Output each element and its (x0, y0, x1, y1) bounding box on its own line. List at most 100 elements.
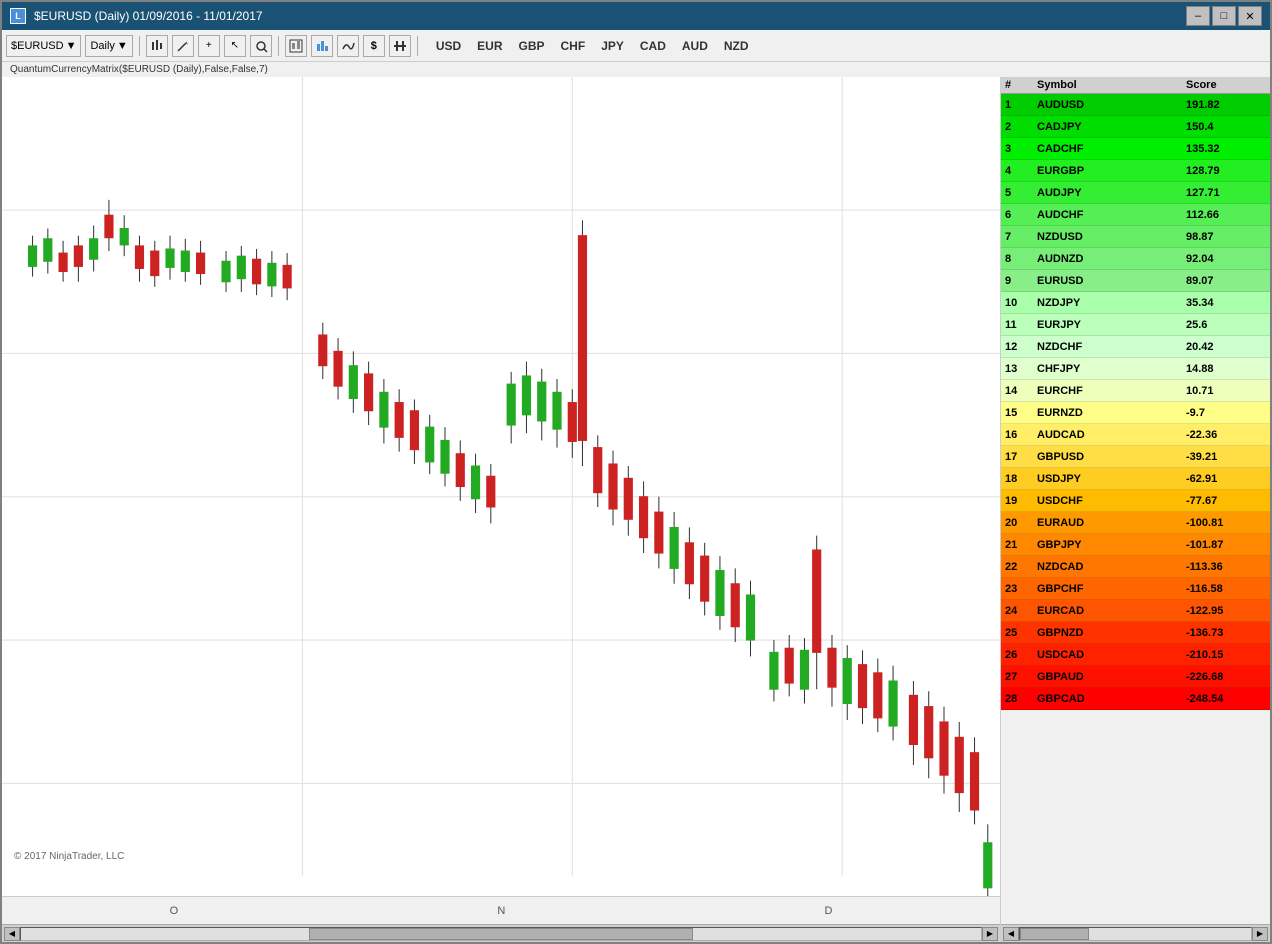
row-score: 128.79 (1186, 165, 1266, 177)
indicator-btn[interactable] (337, 35, 359, 57)
score-row: 12 NZDCHF 20.42 (1001, 336, 1270, 358)
row-symbol: CADJPY (1037, 121, 1186, 133)
row-score: 135.32 (1186, 143, 1266, 155)
row-rank: 18 (1005, 473, 1037, 485)
row-score: 89.07 (1186, 275, 1266, 287)
row-rank: 14 (1005, 385, 1037, 397)
tab-gbp[interactable]: GBP (515, 37, 549, 55)
timeframe-dropdown-icon: ▼ (117, 40, 128, 52)
currency-tabs: USD EUR GBP CHF JPY CAD AUD NZD (432, 37, 753, 55)
title-bar: L $EURUSD (Daily) 01/09/2016 - 11/01/201… (2, 2, 1270, 30)
row-score: -226.68 (1186, 671, 1266, 683)
row-score: -101.87 (1186, 539, 1266, 551)
row-rank: 1 (1005, 99, 1037, 111)
row-score: -248.54 (1186, 693, 1266, 705)
crosshair-btn[interactable]: + (198, 35, 220, 57)
scroll-thumb[interactable] (309, 928, 693, 940)
tab-nzd[interactable]: NZD (720, 37, 753, 55)
tab-eur[interactable]: EUR (473, 37, 506, 55)
row-score: 92.04 (1186, 253, 1266, 265)
symbol-selector[interactable]: $EURUSD ▼ (6, 35, 81, 57)
panel-scrollbar[interactable]: ◀ ▶ (1001, 924, 1270, 942)
scroll-left-btn[interactable]: ◀ (4, 927, 20, 941)
symbol-dropdown-icon: ▼ (66, 40, 77, 52)
scroll-right-btn[interactable]: ▶ (982, 927, 998, 941)
panel-scroll-right-btn[interactable]: ▶ (1252, 927, 1268, 941)
header-score: Score (1186, 79, 1266, 91)
row-symbol: GBPCAD (1037, 693, 1186, 705)
tab-chf[interactable]: CHF (557, 37, 590, 55)
time-label-o: O (170, 905, 179, 917)
row-symbol: NZDUSD (1037, 231, 1186, 243)
row-rank: 27 (1005, 671, 1037, 683)
select-btn[interactable] (250, 35, 272, 57)
row-rank: 17 (1005, 451, 1037, 463)
pointer-btn[interactable]: ↖ (224, 35, 246, 57)
panel-scroll-left-btn[interactable]: ◀ (1003, 927, 1019, 941)
row-symbol: AUDNZD (1037, 253, 1186, 265)
row-score: 25.6 (1186, 319, 1266, 331)
app-icon: L (10, 8, 26, 24)
bar-type-btn[interactable] (146, 35, 168, 57)
row-rank: 19 (1005, 495, 1037, 507)
row-symbol: AUDCAD (1037, 429, 1186, 441)
row-symbol: GBPAUD (1037, 671, 1186, 683)
score-row: 23 GBPCHF -116.58 (1001, 578, 1270, 600)
row-symbol: USDCHF (1037, 495, 1186, 507)
sep2 (278, 36, 279, 56)
main-window: L $EURUSD (Daily) 01/09/2016 - 11/01/201… (0, 0, 1272, 944)
strategy-btn[interactable] (285, 35, 307, 57)
tab-usd[interactable]: USD (432, 37, 465, 55)
row-symbol: EURUSD (1037, 275, 1186, 287)
score-row: 15 EURNZD -9.7 (1001, 402, 1270, 424)
row-score: -116.58 (1186, 583, 1266, 595)
sep1 (139, 36, 140, 56)
scroll-track[interactable] (20, 927, 982, 941)
score-row: 21 GBPJPY -101.87 (1001, 534, 1270, 556)
row-symbol: GBPCHF (1037, 583, 1186, 595)
row-score: -22.36 (1186, 429, 1266, 441)
row-symbol: NZDCAD (1037, 561, 1186, 573)
row-rank: 8 (1005, 253, 1037, 265)
row-rank: 10 (1005, 297, 1037, 309)
row-rank: 3 (1005, 143, 1037, 155)
chart-type-btn[interactable] (311, 35, 333, 57)
tab-cad[interactable]: CAD (636, 37, 670, 55)
tab-jpy[interactable]: JPY (597, 37, 628, 55)
score-row: 5 AUDJPY 127.71 (1001, 182, 1270, 204)
row-rank: 13 (1005, 363, 1037, 375)
row-rank: 16 (1005, 429, 1037, 441)
row-symbol: USDJPY (1037, 473, 1186, 485)
panel-scroll-thumb[interactable] (1020, 928, 1089, 940)
row-score: 98.87 (1186, 231, 1266, 243)
timeframe-selector[interactable]: Daily ▼ (85, 35, 132, 57)
dollar-btn[interactable]: $ (363, 35, 385, 57)
close-button[interactable]: ✕ (1238, 6, 1262, 26)
row-score: -77.67 (1186, 495, 1266, 507)
score-row: 28 GBPCAD -248.54 (1001, 688, 1270, 710)
chart-canvas[interactable]: © 2017 NinjaTrader, LLC (2, 77, 1000, 896)
window-controls: – □ ✕ (1186, 6, 1262, 26)
row-symbol: USDCAD (1037, 649, 1186, 661)
horizontal-scrollbar[interactable]: ◀ ▶ (2, 924, 1000, 942)
minimize-button[interactable]: – (1186, 6, 1210, 26)
score-row: 13 CHFJPY 14.88 (1001, 358, 1270, 380)
score-row: 11 EURJPY 25.6 (1001, 314, 1270, 336)
prop-btn[interactable] (389, 35, 411, 57)
row-score: -100.81 (1186, 517, 1266, 529)
panel-scroll-track[interactable] (1019, 927, 1252, 941)
row-rank: 5 (1005, 187, 1037, 199)
row-rank: 9 (1005, 275, 1037, 287)
score-row: 9 EURUSD 89.07 (1001, 270, 1270, 292)
row-symbol: GBPUSD (1037, 451, 1186, 463)
score-row: 16 AUDCAD -22.36 (1001, 424, 1270, 446)
row-symbol: EURCHF (1037, 385, 1186, 397)
header-symbol: Symbol (1037, 79, 1186, 91)
symbol-value: $EURUSD (11, 40, 64, 52)
draw-btn[interactable] (172, 35, 194, 57)
score-row: 20 EURAUD -100.81 (1001, 512, 1270, 534)
maximize-button[interactable]: □ (1212, 6, 1236, 26)
score-row: 14 EURCHF 10.71 (1001, 380, 1270, 402)
score-row: 4 EURGBP 128.79 (1001, 160, 1270, 182)
tab-aud[interactable]: AUD (678, 37, 712, 55)
